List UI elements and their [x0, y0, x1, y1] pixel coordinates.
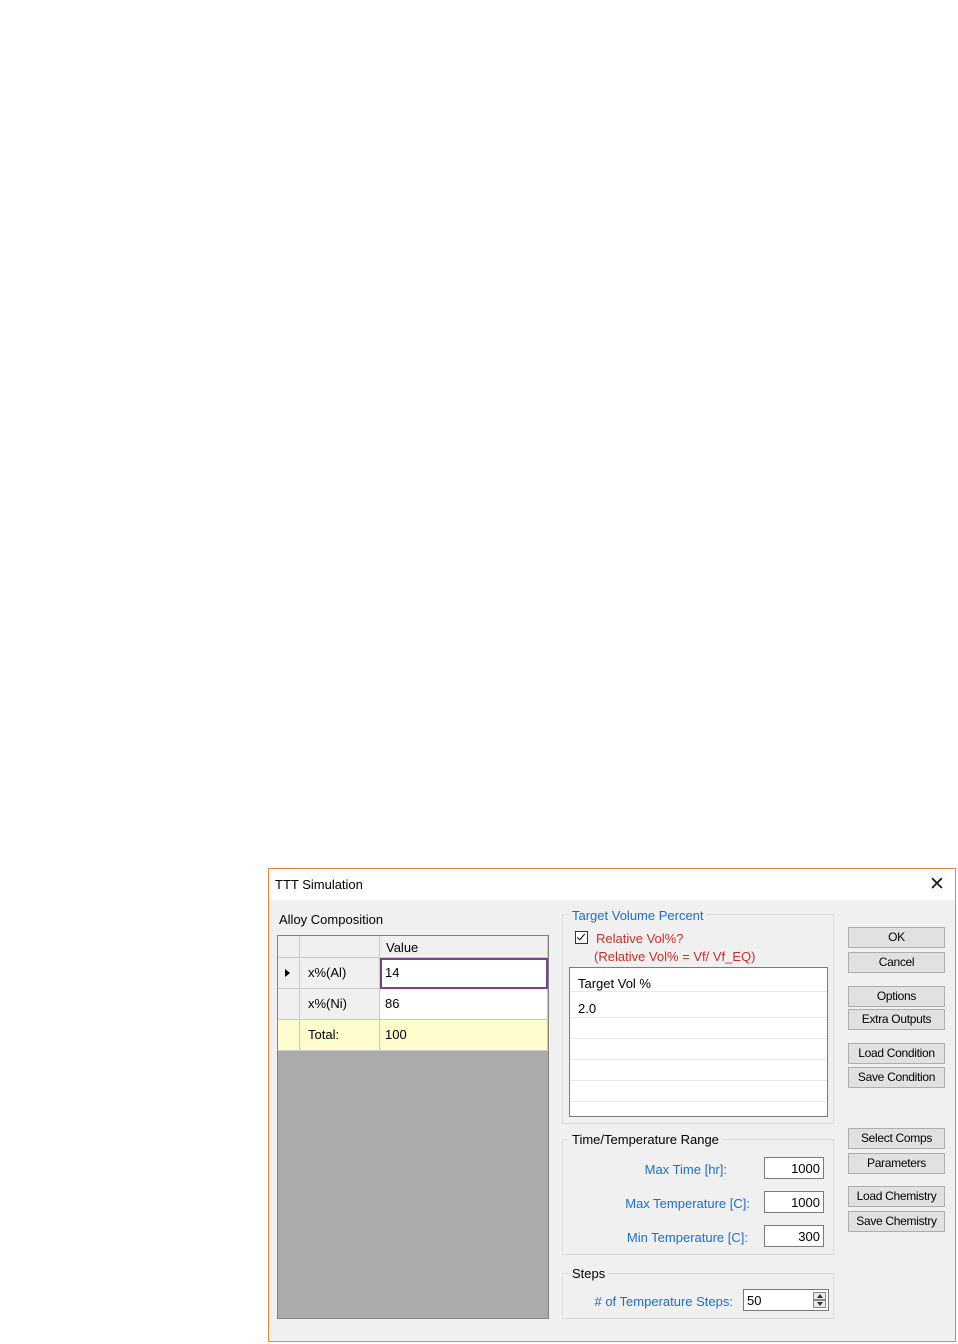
total-value: 100: [380, 1020, 548, 1051]
list-item-empty[interactable]: [570, 1081, 827, 1102]
element-name-cell: x%(Ni): [300, 989, 380, 1020]
list-item-empty[interactable]: [570, 1060, 827, 1081]
total-row: Total: 100: [278, 1020, 548, 1051]
row-selector[interactable]: [278, 958, 300, 989]
extra-outputs-button[interactable]: Extra Outputs: [848, 1009, 945, 1030]
max-time-label: Max Time [hr]:: [644, 1162, 727, 1177]
max-temp-input[interactable]: 1000: [764, 1191, 824, 1213]
element-value-cell[interactable]: 86: [380, 989, 548, 1020]
grid-header-row: Value: [278, 936, 548, 958]
max-time-input[interactable]: 1000: [764, 1157, 824, 1179]
options-button[interactable]: Options: [848, 986, 945, 1007]
grid-corner-cell: [278, 936, 300, 958]
min-temp-input[interactable]: 300: [764, 1225, 824, 1247]
load-chemistry-button[interactable]: Load Chemistry: [848, 1186, 945, 1207]
current-row-arrow-icon: [285, 969, 290, 977]
ok-button[interactable]: OK: [848, 927, 945, 948]
temp-steps-value[interactable]: 50: [747, 1293, 761, 1308]
target-volume-title: Target Volume Percent: [569, 908, 707, 923]
temp-steps-label: # of Temperature Steps:: [594, 1294, 733, 1309]
table-row[interactable]: x%(Ni) 86: [278, 989, 548, 1020]
alloy-composition-grid[interactable]: Value x%(Al) 14 x%(Ni) 86 Total: 100: [277, 935, 549, 1319]
element-name-cell: x%(Al): [300, 958, 380, 989]
element-value-cell[interactable]: 14: [380, 958, 548, 989]
steps-title: Steps: [569, 1266, 609, 1281]
table-row[interactable]: x%(Al) 14: [278, 958, 548, 989]
window-title: TTT Simulation: [275, 877, 363, 892]
relative-vol-label[interactable]: Relative Vol%?: [596, 931, 683, 946]
parameters-button[interactable]: Parameters: [848, 1153, 945, 1174]
target-vol-list-header: Target Vol %: [570, 968, 827, 992]
temp-steps-stepper[interactable]: 50: [743, 1289, 829, 1311]
grid-header-value[interactable]: Value: [380, 936, 548, 958]
grid-header-name: [300, 936, 380, 958]
select-comps-button[interactable]: Select Comps: [848, 1128, 945, 1149]
cancel-button[interactable]: Cancel: [848, 952, 945, 973]
save-chemistry-button[interactable]: Save Chemistry: [848, 1211, 945, 1232]
time-temp-title: Time/Temperature Range: [569, 1132, 722, 1147]
relative-vol-checkbox[interactable]: [575, 931, 588, 944]
spin-down-icon[interactable]: [813, 1300, 826, 1308]
relative-vol-note: (Relative Vol% = Vf/ Vf_EQ): [594, 949, 756, 964]
ttt-simulation-dialog: TTT Simulation ✕ Alloy Composition Value…: [268, 868, 956, 1342]
list-item-empty[interactable]: [570, 1039, 827, 1060]
list-item[interactable]: 2.0: [570, 992, 827, 1018]
target-vol-list[interactable]: Target Vol % 2.0: [569, 967, 828, 1117]
close-icon[interactable]: ✕: [919, 869, 955, 900]
title-bar: TTT Simulation ✕: [269, 869, 955, 900]
min-temp-label: Min Temperature [C]:: [626, 1230, 748, 1245]
total-label: Total:: [300, 1020, 380, 1051]
list-item-empty[interactable]: [570, 1018, 827, 1039]
load-condition-button[interactable]: Load Condition: [848, 1043, 945, 1064]
row-selector[interactable]: [278, 989, 300, 1020]
spin-up-icon[interactable]: [813, 1292, 826, 1300]
max-temp-label: Max Temperature [C]:: [625, 1196, 750, 1211]
row-selector: [278, 1020, 300, 1051]
alloy-composition-label: Alloy Composition: [279, 912, 384, 927]
save-condition-button[interactable]: Save Condition: [848, 1067, 945, 1088]
